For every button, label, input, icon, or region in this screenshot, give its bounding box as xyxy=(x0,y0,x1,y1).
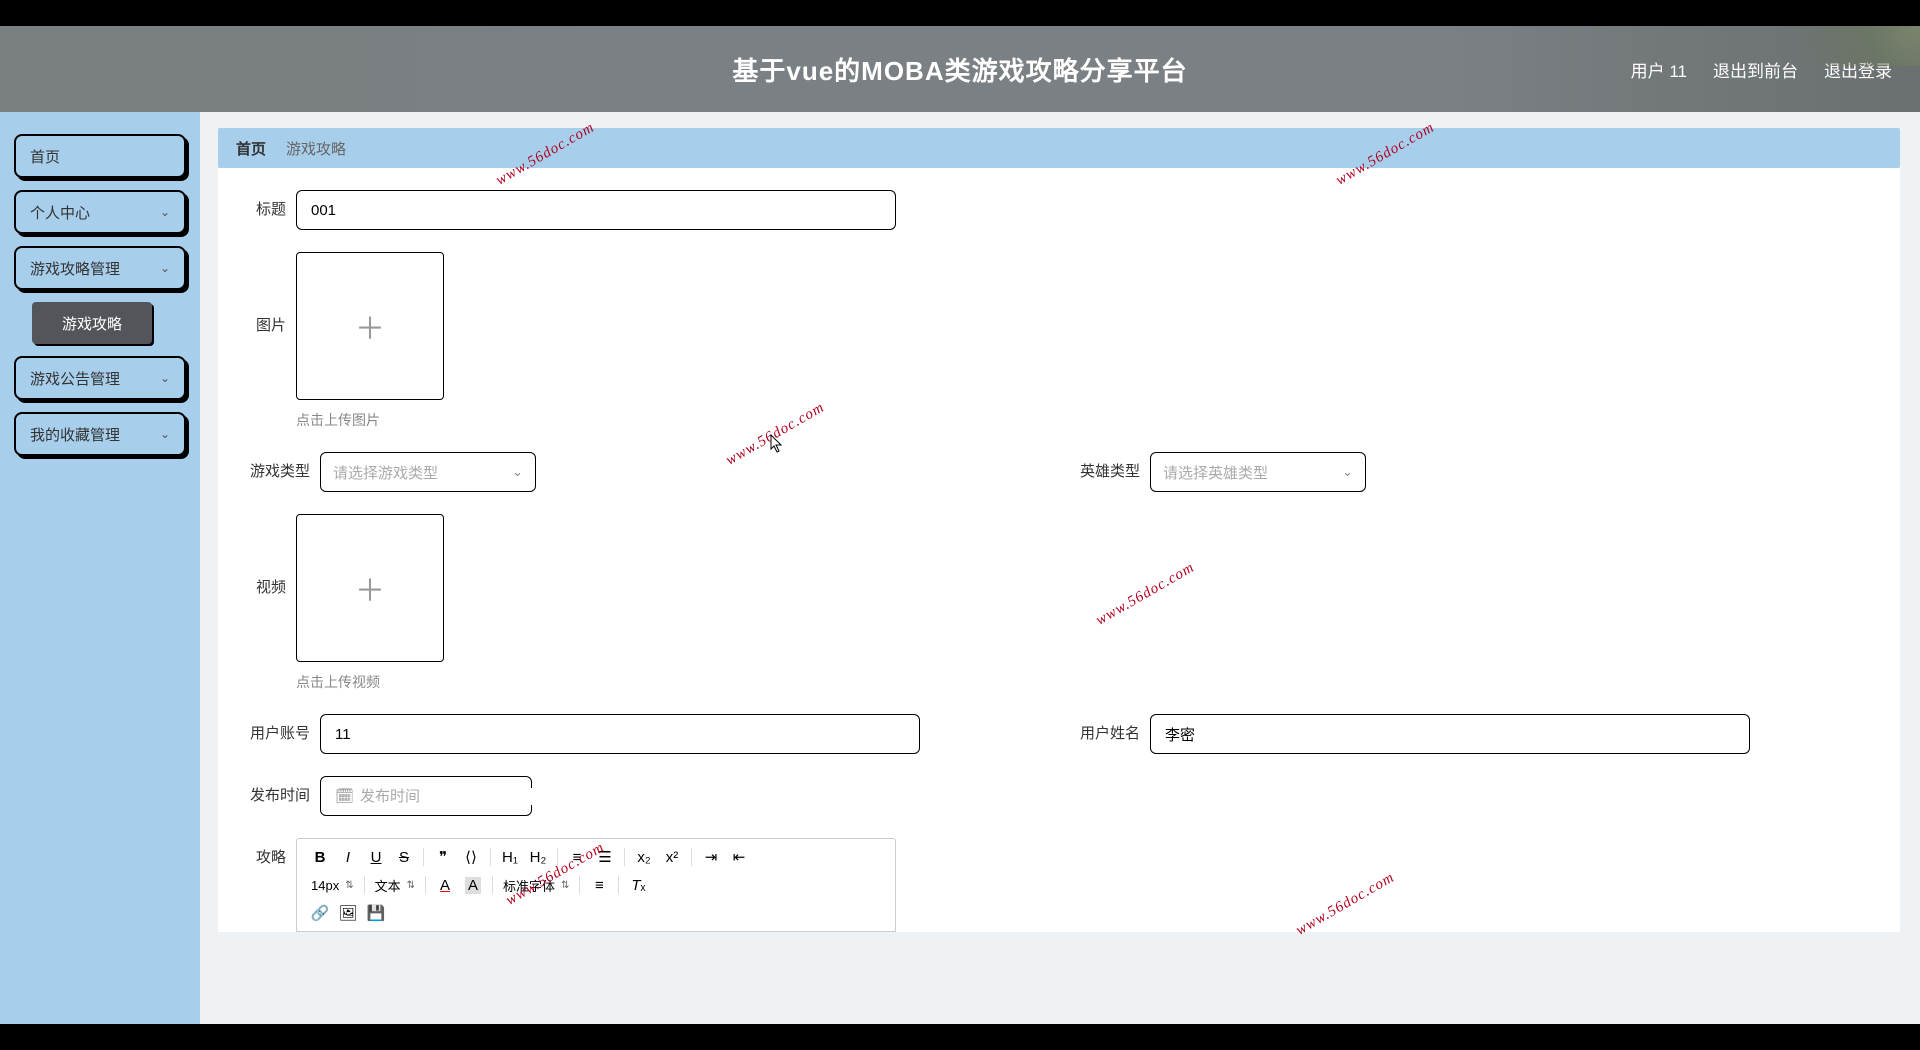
app-header: 基于vue的MOBA类游戏攻略分享平台 用户 11 退出到前台 退出登录 xyxy=(0,26,1920,112)
font-family-select[interactable]: 标准字体 ⇅ xyxy=(499,873,573,897)
block-type-value: 文本 xyxy=(375,876,401,895)
toolbar-separator xyxy=(425,876,426,894)
italic-button[interactable]: I xyxy=(335,845,361,869)
underline-button[interactable]: U xyxy=(363,845,389,869)
game-type-label: 游戏类型 xyxy=(218,452,310,492)
heading1-button[interactable]: H₁ xyxy=(497,845,523,869)
publish-date-field[interactable] xyxy=(360,788,559,805)
name-input[interactable] xyxy=(1150,714,1750,754)
chevron-updown-icon: ⇅ xyxy=(345,880,353,891)
toolbar-separator xyxy=(423,848,424,866)
image-label: 图片 xyxy=(218,252,286,400)
toolbar-separator xyxy=(618,876,619,894)
plus-icon: ＋ xyxy=(355,566,385,610)
block-type-select[interactable]: 文本 ⇅ xyxy=(371,873,419,897)
sidebar-item-label: 游戏攻略管理 xyxy=(30,258,120,279)
sidebar-subitem-strategy[interactable]: 游戏攻略 xyxy=(32,302,152,344)
chevron-down-icon: ⌄ xyxy=(160,205,170,219)
rich-text-toolbar: B I U S ❞ ⟨⟩ H₁ H₂ ≡ xyxy=(296,838,896,932)
align-button[interactable]: ≡ xyxy=(586,873,612,897)
superscript-button[interactable]: x² xyxy=(659,845,685,869)
toolbar-separator xyxy=(364,876,365,894)
sidebar-item-label: 个人中心 xyxy=(30,202,90,223)
image-upload-box[interactable]: ＋ xyxy=(296,252,444,400)
image-button[interactable]: 🖼 xyxy=(335,901,361,925)
hero-type-placeholder: 请选择英雄类型 xyxy=(1163,462,1268,483)
sidebar-item-label: 首页 xyxy=(30,146,60,167)
breadcrumb: 首页 游戏攻略 xyxy=(218,128,1900,168)
calendar-icon: 🗓 xyxy=(335,787,354,805)
chevron-down-icon: ⌄ xyxy=(1342,464,1353,480)
toolbar-separator xyxy=(624,848,625,866)
video-upload-box[interactable]: ＋ xyxy=(296,514,444,662)
header-decoration xyxy=(1740,26,1920,66)
text-color-button[interactable]: A xyxy=(432,873,458,897)
chevron-down-icon: ⌄ xyxy=(512,464,523,480)
game-type-placeholder: 请选择游戏类型 xyxy=(333,462,438,483)
video-label: 视频 xyxy=(218,514,286,662)
header-user-label[interactable]: 用户 11 xyxy=(1631,57,1687,82)
heading2-button[interactable]: H₂ xyxy=(525,845,551,869)
main-content: 首页 游戏攻略 标题 图片 ＋ 点击上传图片 xyxy=(200,112,1920,1024)
quote-button[interactable]: ❞ xyxy=(430,845,456,869)
toolbar-separator xyxy=(579,876,580,894)
save-button[interactable]: 💾 xyxy=(363,901,389,925)
publish-date-input[interactable]: 🗓 xyxy=(320,776,532,816)
sidebar-item-label: 游戏公告管理 xyxy=(30,368,120,389)
publish-label: 发布时间 xyxy=(218,776,310,816)
title-label: 标题 xyxy=(218,190,286,230)
breadcrumb-current: 游戏攻略 xyxy=(286,138,346,159)
ordered-list-button[interactable]: ≡ xyxy=(564,845,590,869)
clear-format-button[interactable]: Tₓ xyxy=(625,873,651,897)
account-input[interactable] xyxy=(320,714,920,754)
image-upload-hint: 点击上传图片 xyxy=(296,410,444,430)
hero-type-label: 英雄类型 xyxy=(1048,452,1140,492)
title-input[interactable] xyxy=(296,190,896,230)
toolbar-separator xyxy=(557,848,558,866)
indent-button[interactable]: ⇥ xyxy=(698,845,724,869)
sidebar-item-announcement-mgmt[interactable]: 游戏公告管理 ⌄ xyxy=(14,356,186,400)
sidebar-item-strategy-mgmt[interactable]: 游戏攻略管理 ⌄ xyxy=(14,246,186,290)
sidebar-item-favorites-mgmt[interactable]: 我的收藏管理 ⌄ xyxy=(14,412,186,456)
link-button[interactable]: 🔗 xyxy=(307,901,333,925)
sidebar-item-home[interactable]: 首页 xyxy=(14,134,186,178)
chevron-down-icon: ⌄ xyxy=(160,261,170,275)
toolbar-separator xyxy=(490,848,491,866)
toolbar-separator xyxy=(492,876,493,894)
bold-button[interactable]: B xyxy=(307,845,333,869)
chevron-down-icon: ⌄ xyxy=(160,427,170,441)
hero-type-select[interactable]: 请选择英雄类型 ⌄ xyxy=(1150,452,1366,492)
strikethrough-button[interactable]: S xyxy=(391,845,417,869)
chevron-down-icon: ⌄ xyxy=(160,371,170,385)
chevron-updown-icon: ⇅ xyxy=(407,880,415,891)
bg-color-button[interactable]: A xyxy=(460,873,486,897)
breadcrumb-home[interactable]: 首页 xyxy=(236,138,266,159)
video-upload-hint: 点击上传视频 xyxy=(296,672,444,692)
font-family-value: 标准字体 xyxy=(503,876,555,895)
plus-icon: ＋ xyxy=(355,304,385,348)
name-label: 用户姓名 xyxy=(1048,714,1140,754)
font-size-value: 14px xyxy=(311,878,339,893)
subscript-button[interactable]: x₂ xyxy=(631,845,657,869)
strategy-label: 攻略 xyxy=(218,838,286,878)
sidebar: 首页 个人中心 ⌄ 游戏攻略管理 ⌄ 游戏攻略 游戏公告管理 ⌄ 我的收藏管理 … xyxy=(0,112,200,1024)
sidebar-item-profile[interactable]: 个人中心 ⌄ xyxy=(14,190,186,234)
sidebar-subitem-label: 游戏攻略 xyxy=(62,313,122,334)
outdent-button[interactable]: ⇤ xyxy=(726,845,752,869)
account-label: 用户账号 xyxy=(218,714,310,754)
unordered-list-button[interactable]: ☰ xyxy=(592,845,618,869)
sidebar-item-label: 我的收藏管理 xyxy=(30,424,120,445)
app-title: 基于vue的MOBA类游戏攻略分享平台 xyxy=(732,51,1187,88)
font-size-select[interactable]: 14px ⇅ xyxy=(307,873,358,897)
game-type-select[interactable]: 请选择游戏类型 ⌄ xyxy=(320,452,536,492)
code-button[interactable]: ⟨⟩ xyxy=(458,845,484,869)
chevron-updown-icon: ⇅ xyxy=(561,880,569,891)
toolbar-separator xyxy=(691,848,692,866)
